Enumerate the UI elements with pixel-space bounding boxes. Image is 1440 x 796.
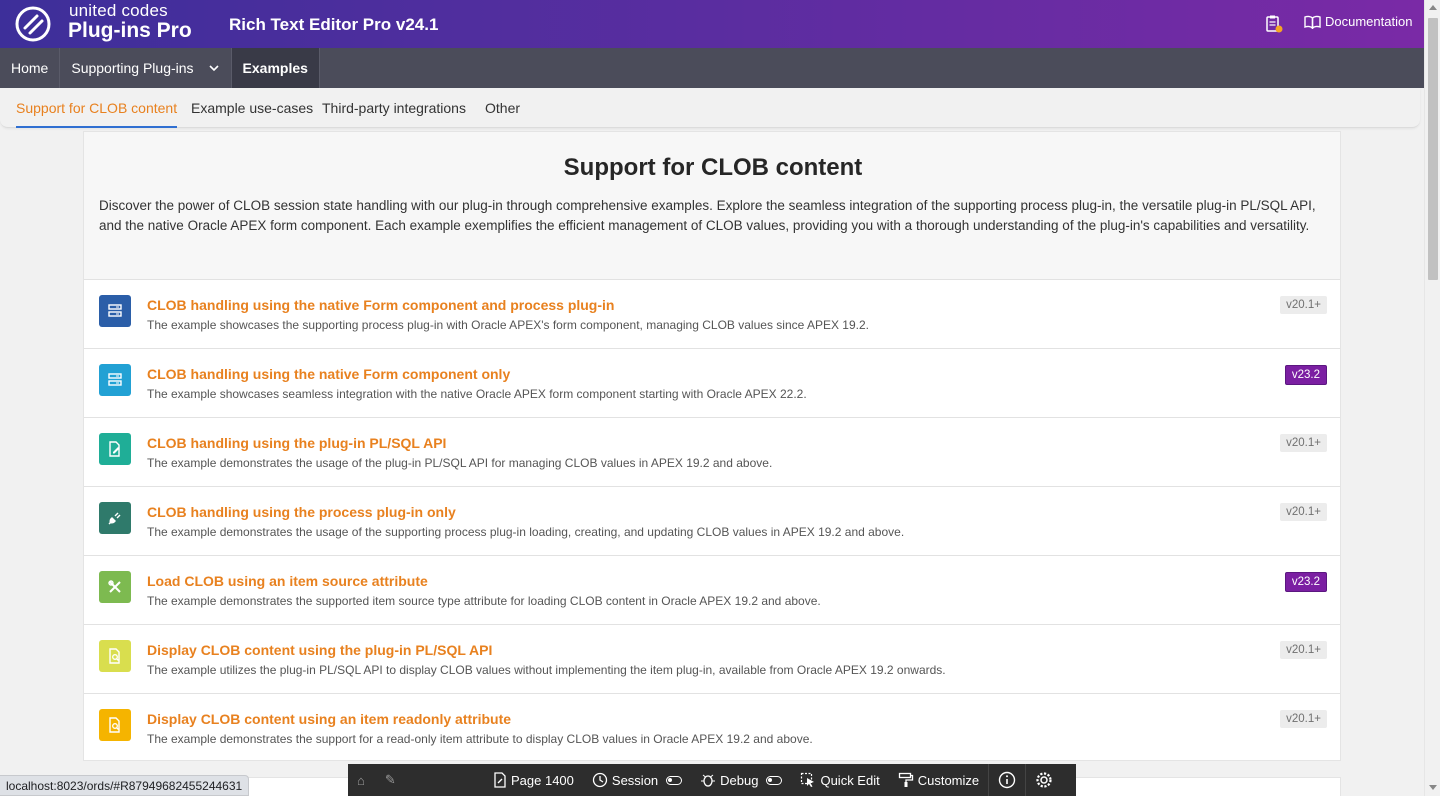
bug-icon <box>701 774 716 787</box>
version-badge: v20.1+ <box>1280 503 1327 521</box>
plug-icon <box>99 502 131 534</box>
status-bar-url: localhost:8023/ords/#R87949682455244631 <box>0 775 250 796</box>
scroll-up-arrow-icon[interactable] <box>1429 5 1437 10</box>
example-title-link[interactable]: CLOB handling using the native Form comp… <box>147 297 614 313</box>
file-edit-icon <box>99 433 131 465</box>
example-description: The example demonstrates the supported i… <box>147 594 821 608</box>
devbar-customize-label: Customize <box>917 772 980 788</box>
page-icon <box>494 772 506 788</box>
book-open-icon <box>1304 15 1321 29</box>
tab-other[interactable]: Other <box>485 88 520 128</box>
session-history-icon <box>592 772 608 788</box>
example-list-item[interactable]: Load CLOB using an item source attribute… <box>84 555 1340 624</box>
form-icon <box>99 295 131 327</box>
tab-third-party-integrations[interactable]: Third-party integrations <box>322 88 466 128</box>
devbar-settings[interactable] <box>1026 764 1062 796</box>
example-list-item[interactable]: Display CLOB content using an item reado… <box>84 693 1340 760</box>
debug-toggle-icon[interactable] <box>766 775 783 785</box>
edit-app-icon: ✎ <box>384 772 396 787</box>
info-icon <box>998 771 1016 789</box>
devbar-quick-edit[interactable]: Quick Edit <box>791 764 888 796</box>
scroll-down-arrow-icon[interactable] <box>1429 785 1437 790</box>
documentation-label: Documentation <box>1325 14 1413 29</box>
example-list-item[interactable]: CLOB handling using the process plug-in … <box>84 486 1340 555</box>
devbar-app-builder[interactable]: ⌂ ✎ <box>348 764 484 796</box>
example-list-item[interactable]: Display CLOB content using the plug-in P… <box>84 624 1340 693</box>
content-card: Support for CLOB content Discover the po… <box>83 131 1341 761</box>
example-list-item[interactable]: CLOB handling using the native Form comp… <box>84 279 1340 348</box>
page-scrollbar[interactable] <box>1424 0 1440 796</box>
version-badge: v20.1+ <box>1280 434 1327 452</box>
app-title[interactable]: Rich Text Editor Pro v24.1 <box>229 15 438 35</box>
tab-example-use-cases[interactable]: Example use-cases <box>191 88 313 128</box>
brand-top[interactable]: united codes <box>69 1 168 21</box>
devbar-session-label: Session <box>611 772 659 788</box>
example-title-link[interactable]: Display CLOB content using an item reado… <box>147 711 511 727</box>
version-badge: v23.2 <box>1284 572 1327 592</box>
devbar-customize[interactable]: Customize <box>889 764 988 796</box>
example-title-link[interactable]: Load CLOB using an item source attribute <box>147 573 428 589</box>
devbar-page[interactable]: Page 1400 <box>484 764 583 796</box>
version-badge: v20.1+ <box>1280 296 1327 314</box>
example-description: The example showcases seamless integrati… <box>147 387 807 401</box>
file-search-icon <box>99 709 131 741</box>
session-toggle-icon[interactable] <box>666 775 683 785</box>
form-icon <box>99 364 131 396</box>
tools-icon <box>99 571 131 603</box>
devbar-session[interactable]: Session <box>583 764 691 796</box>
example-title-link[interactable]: CLOB handling using the plug-in PL/SQL A… <box>147 435 446 451</box>
version-badge: v20.1+ <box>1280 710 1327 728</box>
quick-edit-cursor-icon <box>801 772 815 787</box>
example-list-item[interactable]: CLOB handling using the plug-in PL/SQL A… <box>84 417 1340 486</box>
devbar-debug[interactable]: Debug <box>691 764 791 796</box>
united-codes-logo-icon[interactable] <box>14 5 52 43</box>
documentation-link[interactable]: Documentation <box>1304 14 1412 29</box>
nav-home[interactable]: Home <box>0 48 61 88</box>
page-description: Discover the power of CLOB session state… <box>99 198 1316 233</box>
brand-name[interactable]: Plug-ins Pro <box>68 19 192 43</box>
example-title-link[interactable]: CLOB handling using the process plug-in … <box>147 504 456 520</box>
nav-examples-label: Examples <box>242 60 308 76</box>
nav-supporting-plugins[interactable]: Supporting Plug-ins <box>60 48 232 88</box>
version-badge: v20.1+ <box>1280 641 1327 659</box>
example-list-item[interactable]: CLOB handling using the native Form comp… <box>84 348 1340 417</box>
tab-support-clob[interactable]: Support for CLOB content <box>16 88 178 128</box>
file-search-icon <box>99 640 131 672</box>
developer-toolbar: ⌂ ✎ Page 1400 Session Debug Quick Edit C… <box>348 764 1076 796</box>
example-description: The example utilizes the plug-in PL/SQL … <box>147 663 946 677</box>
clipboard-alert-icon[interactable] <box>1264 14 1284 34</box>
nav-supporting-plugins-label: Supporting Plug-ins <box>71 60 194 76</box>
paint-roller-icon <box>898 772 913 787</box>
devbar-page-label: Page 1400 <box>511 772 574 788</box>
devbar-quick-edit-label: Quick Edit <box>820 772 880 788</box>
nav-home-label: Home <box>11 60 49 76</box>
app-header: united codes Plug-ins Pro Rich Text Edit… <box>0 0 1424 48</box>
example-title-link[interactable]: Display CLOB content using the plug-in P… <box>147 642 492 658</box>
devbar-debug-label: Debug <box>720 772 759 788</box>
devbar-info[interactable] <box>989 764 1025 796</box>
page-title: Support for CLOB content <box>563 154 863 181</box>
example-description: The example demonstrates the support for… <box>147 732 813 746</box>
top-navigation: Home Supporting Plug-ins Examples <box>0 48 1424 88</box>
example-description: The example demonstrates the usage of th… <box>147 456 773 470</box>
nav-examples[interactable]: Examples <box>231 48 320 88</box>
example-title-link[interactable]: CLOB handling using the native Form comp… <box>147 366 510 382</box>
example-description: The example showcases the supporting pro… <box>147 318 869 332</box>
example-description: The example demonstrates the usage of th… <box>147 525 905 539</box>
chevron-down-icon <box>208 65 219 72</box>
scrollbar-thumb[interactable] <box>1428 18 1438 280</box>
gear-icon <box>1036 772 1052 788</box>
region-tabs: Support for CLOB content Example use-cas… <box>0 88 1420 128</box>
version-badge: v23.2 <box>1284 365 1327 385</box>
home-icon: ⌂ <box>357 772 365 788</box>
